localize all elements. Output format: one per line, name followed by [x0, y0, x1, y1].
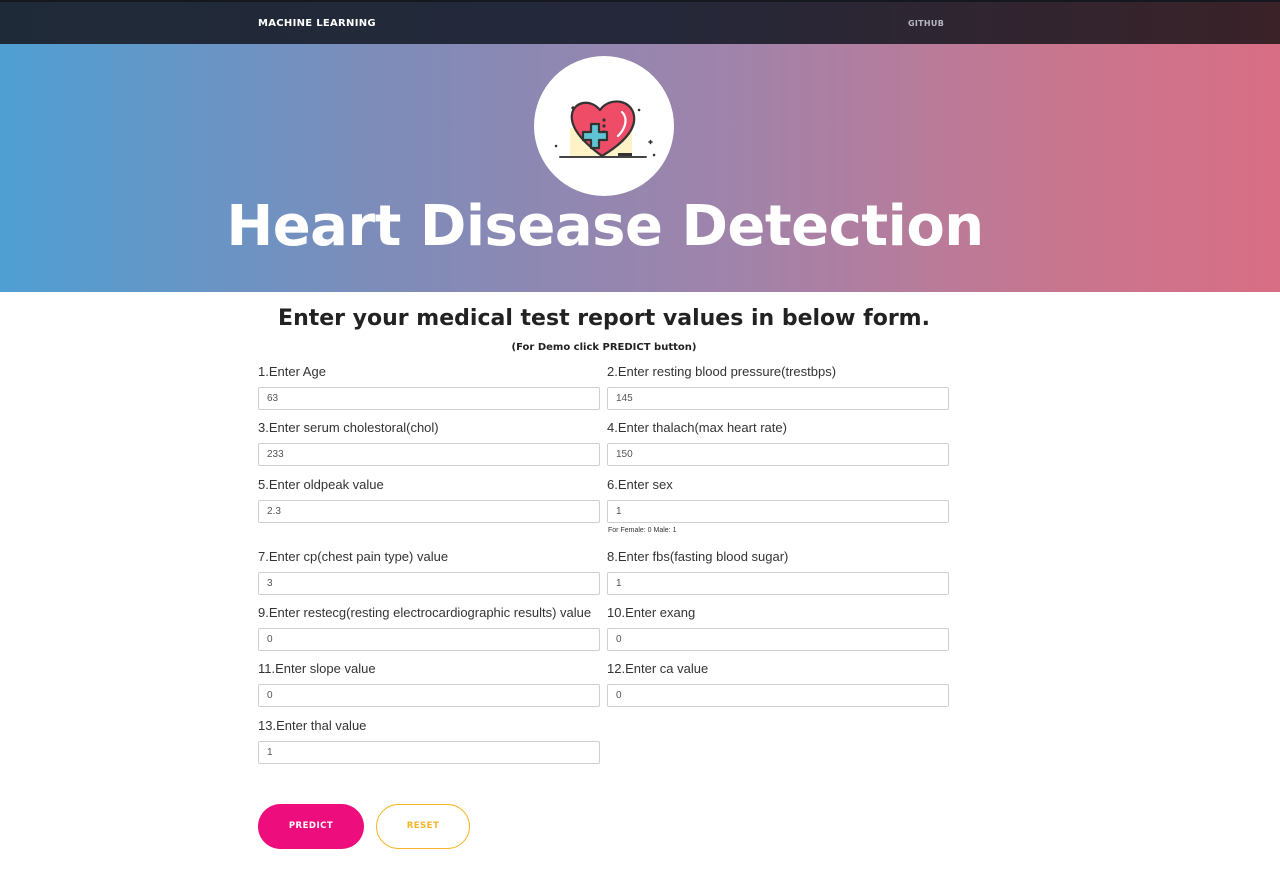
trestbps-label: 2.Enter resting blood pressure(trestbps) — [607, 364, 837, 379]
cp-label: 7.Enter cp(chest pain type) value — [258, 549, 449, 564]
chol-input[interactable] — [258, 443, 600, 466]
exang-label: 10.Enter exang — [607, 605, 696, 620]
fbs-label: 8.Enter fbs(fasting blood sugar) — [607, 549, 789, 564]
age-input[interactable] — [258, 387, 600, 410]
cp-input[interactable] — [258, 572, 600, 595]
sex-help-text: For Female: 0 Male: 1 — [608, 527, 677, 534]
heart-plus-icon — [554, 100, 656, 158]
restecg-input[interactable] — [258, 628, 600, 651]
sex-label: 6.Enter sex — [607, 477, 673, 492]
thalach-label: 4.Enter thalach(max heart rate) — [607, 420, 787, 435]
reset-button[interactable]: RESET — [376, 804, 470, 849]
hero-banner: Heart Disease Detection — [0, 44, 1280, 292]
slope-label: 11.Enter slope value — [258, 661, 376, 676]
thal-label: 13.Enter thal value — [258, 718, 367, 733]
form-subheading: (For Demo click PREDICT button) — [511, 342, 697, 353]
fbs-input[interactable] — [607, 572, 949, 595]
restecg-label: 9.Enter restecg(resting electrocardiogra… — [258, 605, 592, 620]
page-title: Heart Disease Detection — [226, 194, 984, 259]
ca-input[interactable] — [607, 684, 949, 707]
github-link[interactable]: GITHUB — [908, 19, 944, 28]
oldpeak-label: 5.Enter oldpeak value — [258, 477, 384, 492]
brand-link[interactable]: MACHINE LEARNING — [258, 18, 376, 29]
top-navbar: MACHINE LEARNING GITHUB — [0, 0, 1280, 44]
ca-label: 12.Enter ca value — [607, 661, 709, 676]
exang-input[interactable] — [607, 628, 949, 651]
thalach-input[interactable] — [607, 443, 949, 466]
oldpeak-input[interactable] — [258, 500, 600, 523]
form-heading: Enter your medical test report values in… — [278, 306, 930, 331]
logo — [534, 56, 674, 196]
predict-button[interactable]: PREDICT — [258, 804, 364, 849]
trestbps-input[interactable] — [607, 387, 949, 410]
chol-label: 3.Enter serum cholestoral(chol) — [258, 420, 439, 435]
age-label: 1.Enter Age — [258, 364, 326, 379]
sex-input[interactable] — [607, 500, 949, 523]
slope-input[interactable] — [258, 684, 600, 707]
thal-input[interactable] — [258, 741, 600, 764]
